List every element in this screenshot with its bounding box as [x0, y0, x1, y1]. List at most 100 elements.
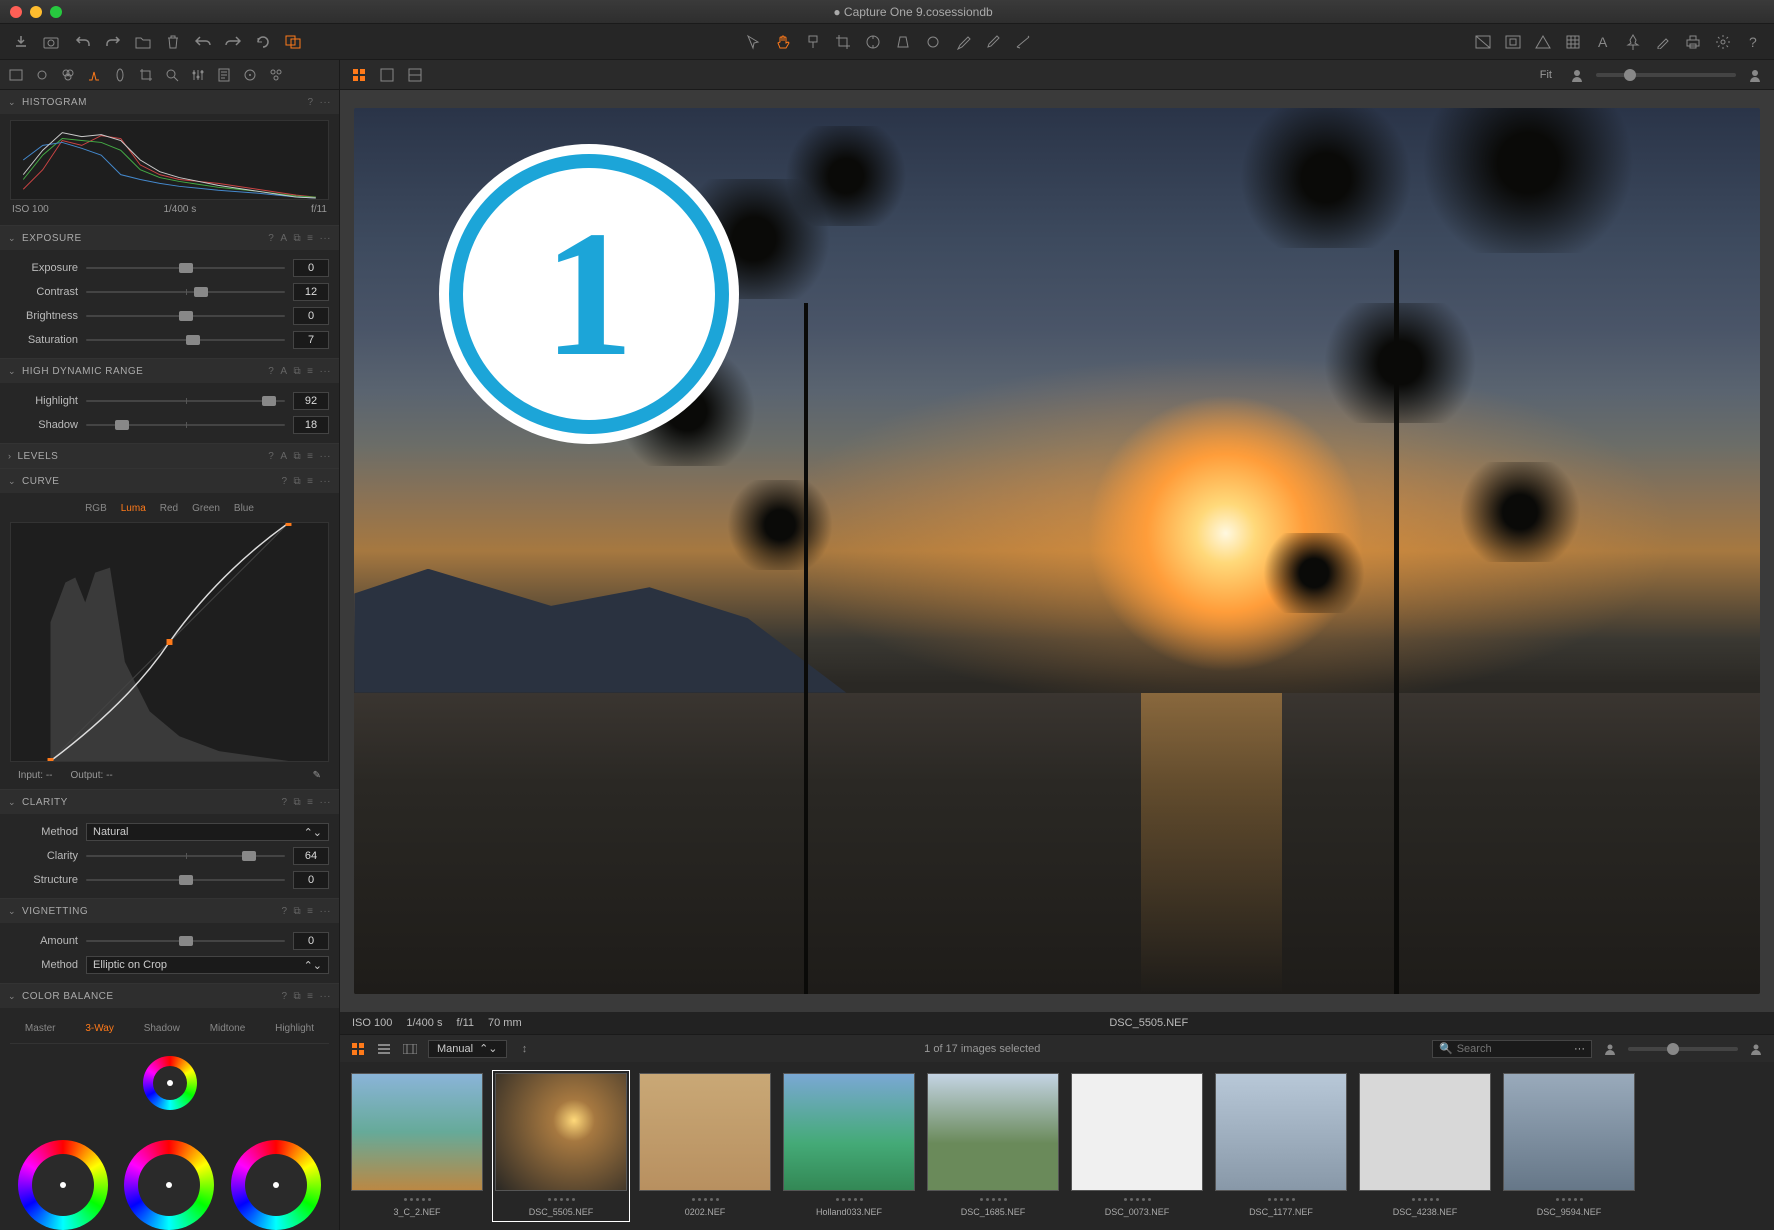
curve-tab-luma[interactable]: Luma: [121, 503, 146, 514]
more-icon[interactable]: ···: [320, 991, 332, 1002]
import-icon[interactable]: [12, 33, 30, 51]
capture-tab-icon[interactable]: [34, 67, 50, 83]
labels-icon[interactable]: A: [1594, 33, 1612, 51]
spot-icon[interactable]: [924, 33, 942, 51]
thumbnail-rating[interactable]: [351, 1193, 483, 1205]
chevron-down-icon[interactable]: ⌄: [8, 906, 16, 917]
reset-icon[interactable]: ≡: [307, 233, 313, 244]
brightness-slider[interactable]: [86, 309, 285, 323]
help-icon[interactable]: ?: [268, 451, 274, 462]
thumbnail[interactable]: DSC_9594.NEF: [1500, 1070, 1638, 1222]
minimize-window-button[interactable]: [30, 6, 42, 18]
thumbnail-rating[interactable]: [927, 1193, 1059, 1205]
loupe-icon[interactable]: [804, 33, 822, 51]
curve-tab-red[interactable]: Red: [160, 503, 178, 514]
structure-slider[interactable]: [86, 873, 285, 887]
search-more-icon[interactable]: ···: [1574, 1043, 1585, 1055]
browser-filmstrip-icon[interactable]: [402, 1041, 418, 1057]
copy-icon[interactable]: ⧉: [294, 476, 302, 487]
proof-view-icon[interactable]: [406, 66, 424, 84]
details-tab-icon[interactable]: [164, 67, 180, 83]
eyedropper-icon[interactable]: [984, 33, 1002, 51]
brush-icon[interactable]: [954, 33, 972, 51]
focus-mask-icon[interactable]: [1504, 33, 1522, 51]
thumbnail-rating[interactable]: [1215, 1193, 1347, 1205]
chevron-down-icon[interactable]: ⌄: [8, 476, 16, 487]
help-icon[interactable]: ?: [281, 991, 287, 1002]
folder-icon[interactable]: [134, 33, 152, 51]
undo-icon[interactable]: [194, 33, 212, 51]
exposure-value[interactable]: 0: [293, 259, 329, 277]
copy-icon[interactable]: ⧉: [294, 991, 302, 1002]
edit-icon[interactable]: [1654, 33, 1672, 51]
help-icon[interactable]: ?: [268, 366, 274, 377]
reset-icon[interactable]: [254, 33, 272, 51]
exposure-tab-icon[interactable]: [86, 67, 102, 83]
chevron-right-icon[interactable]: ›: [8, 451, 12, 461]
user-icon[interactable]: [1568, 66, 1586, 84]
more-icon[interactable]: ···: [320, 97, 332, 108]
more-icon[interactable]: ···: [320, 906, 332, 917]
close-window-button[interactable]: [10, 6, 22, 18]
library-tab-icon[interactable]: [8, 67, 24, 83]
help-icon[interactable]: ?: [281, 797, 287, 808]
shadow-value[interactable]: 18: [293, 416, 329, 434]
cb-tab-midtone[interactable]: Midtone: [202, 1020, 254, 1037]
curve-editor[interactable]: [10, 522, 329, 762]
lens-tab-icon[interactable]: [112, 67, 128, 83]
auto-icon[interactable]: A: [280, 233, 287, 244]
browser-list-icon[interactable]: [376, 1041, 392, 1057]
browser-user-icon[interactable]: [1602, 1041, 1618, 1057]
curve-tab-blue[interactable]: Blue: [234, 503, 254, 514]
thumbnail[interactable]: 3_C_2.NEF: [348, 1070, 486, 1222]
thumbnail-rating[interactable]: [1503, 1193, 1635, 1205]
adjustments-tab-icon[interactable]: [190, 67, 206, 83]
thumbnail[interactable]: DSC_5505.NEF: [492, 1070, 630, 1222]
keystone-icon[interactable]: [894, 33, 912, 51]
thumbnail-rating[interactable]: [783, 1193, 915, 1205]
browser-user-2-icon[interactable]: [1748, 1041, 1764, 1057]
clarity-method-select[interactable]: Natural⌃⌄: [86, 823, 329, 841]
more-icon[interactable]: ···: [320, 451, 332, 462]
cb-tab-master[interactable]: Master: [17, 1020, 64, 1037]
curve-picker-icon[interactable]: ✎: [313, 770, 321, 781]
thumbnail[interactable]: DSC_1685.NEF: [924, 1070, 1062, 1222]
thumbnail-rating[interactable]: [495, 1193, 627, 1205]
primary-view-icon[interactable]: [378, 66, 396, 84]
copy-adjustments-icon[interactable]: [284, 33, 302, 51]
search-field[interactable]: 🔍 ···: [1432, 1040, 1592, 1058]
help-icon[interactable]: ?: [281, 906, 287, 917]
amount-slider[interactable]: [86, 934, 285, 948]
batch-tab-icon[interactable]: [268, 67, 284, 83]
shadow-wheel[interactable]: [18, 1140, 108, 1230]
redo-icon[interactable]: [224, 33, 242, 51]
curve-tab-green[interactable]: Green: [192, 503, 220, 514]
shadow-slider[interactable]: [86, 418, 285, 432]
sort-direction-icon[interactable]: ↕: [517, 1041, 533, 1057]
search-input[interactable]: [1457, 1043, 1570, 1055]
copy-icon[interactable]: ⧉: [294, 366, 302, 377]
more-icon[interactable]: ···: [320, 797, 332, 808]
contrast-value[interactable]: 12: [293, 283, 329, 301]
thumbnail-rating[interactable]: [1359, 1193, 1491, 1205]
help-icon[interactable]: ?: [1744, 33, 1762, 51]
zoom-slider[interactable]: [1596, 73, 1736, 77]
rotate-right-icon[interactable]: [104, 33, 122, 51]
thumbnail-rating[interactable]: [1071, 1193, 1203, 1205]
exposure-slider[interactable]: [86, 261, 285, 275]
reset-icon[interactable]: ≡: [307, 991, 313, 1002]
cb-tab-3-way[interactable]: 3-Way: [77, 1020, 122, 1037]
image-viewport[interactable]: 1: [340, 90, 1774, 1012]
more-icon[interactable]: ···: [320, 476, 332, 487]
more-icon[interactable]: ···: [320, 366, 332, 377]
highlight-slider[interactable]: [86, 394, 285, 408]
zoom-fit-label[interactable]: Fit: [1540, 69, 1552, 81]
midtone-master-wheel[interactable]: [143, 1056, 197, 1110]
settings-icon[interactable]: [1714, 33, 1732, 51]
reset-icon[interactable]: ≡: [307, 906, 313, 917]
curve-tab-rgb[interactable]: RGB: [85, 503, 107, 514]
chevron-down-icon[interactable]: ⌄: [8, 97, 16, 108]
maximize-window-button[interactable]: [50, 6, 62, 18]
help-icon[interactable]: ?: [307, 97, 313, 108]
cb-tab-highlight[interactable]: Highlight: [267, 1020, 322, 1037]
